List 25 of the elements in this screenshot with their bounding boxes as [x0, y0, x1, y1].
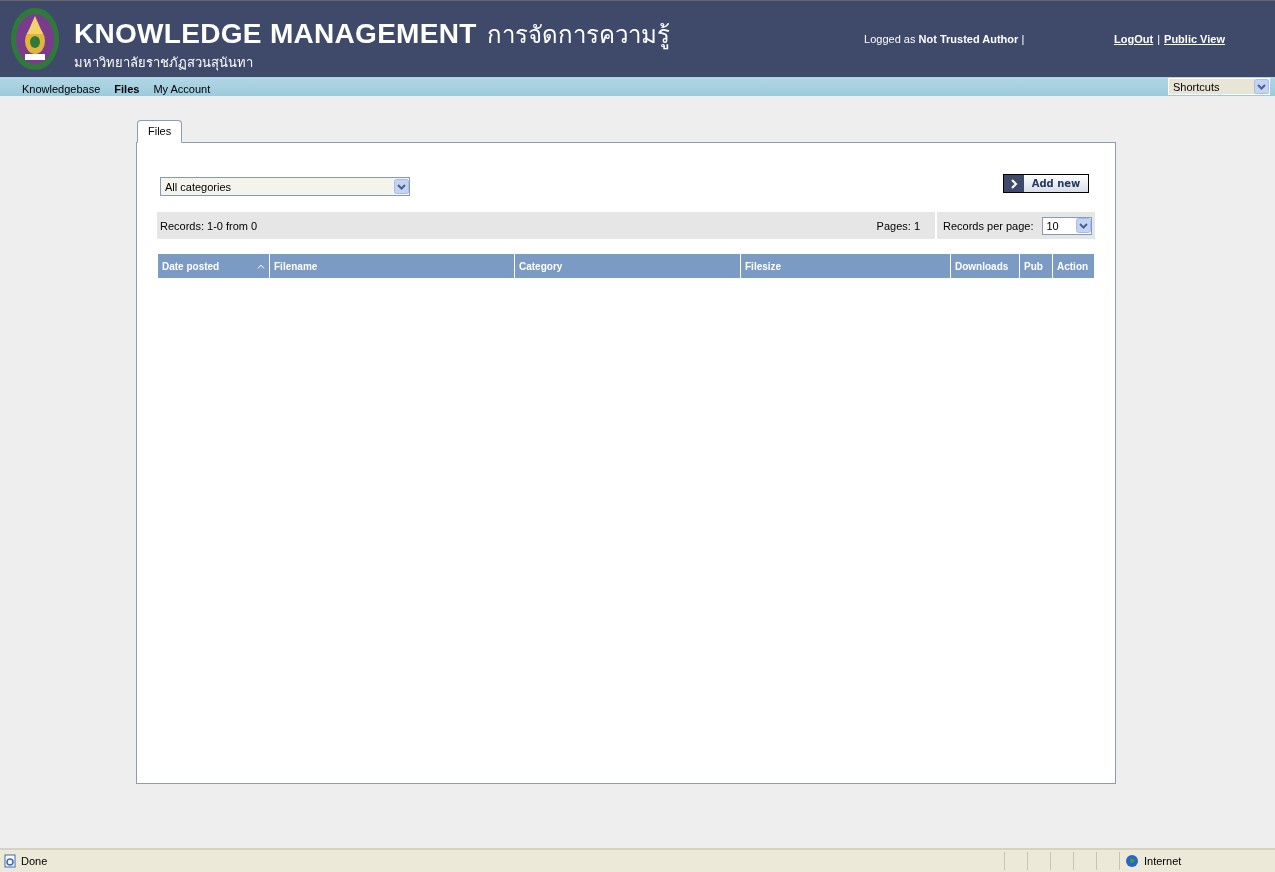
university-name: มหาวิทยาลัยราชภัฏสวนสุนันทา	[74, 54, 254, 73]
login-status-text: Logged as Not Trusted Author |	[864, 33, 1026, 45]
app-title: KNOWLEDGE MANAGEMENT	[74, 18, 477, 50]
nav-item[interactable]: Files	[114, 78, 140, 95]
header-link[interactable]: LogOut	[1114, 33, 1154, 45]
security-zone-text: Internet	[1144, 855, 1182, 867]
shortcuts-dropdown[interactable]: Shortcuts	[1168, 78, 1270, 95]
category-dropdown[interactable]: All categories	[160, 177, 410, 196]
globe-icon	[1125, 854, 1139, 868]
records-count: Records: 1-0 from 0	[160, 219, 258, 232]
page-icon	[3, 854, 17, 868]
nav-item[interactable]: My Account	[153, 78, 211, 95]
link-separator: |	[1157, 33, 1161, 45]
pages-count: Pages: 1	[876, 219, 920, 232]
nav-item[interactable]: Knowledgebase	[22, 78, 101, 95]
tab[interactable]: Files	[137, 120, 183, 143]
header-link[interactable]: Public View	[1164, 33, 1225, 45]
add-new-button[interactable]: Add new	[1003, 174, 1089, 193]
sort-ascending-icon	[257, 263, 265, 269]
status-text: Done	[21, 855, 48, 867]
records-per-page-label: Records per page:	[943, 219, 1034, 232]
app-title-thai: การจัดการความรู้	[486, 20, 670, 52]
chevron-right-icon	[1010, 178, 1018, 189]
records-per-page-dropdown[interactable]: 10	[1041, 216, 1092, 235]
university-seal-logo	[10, 6, 60, 72]
